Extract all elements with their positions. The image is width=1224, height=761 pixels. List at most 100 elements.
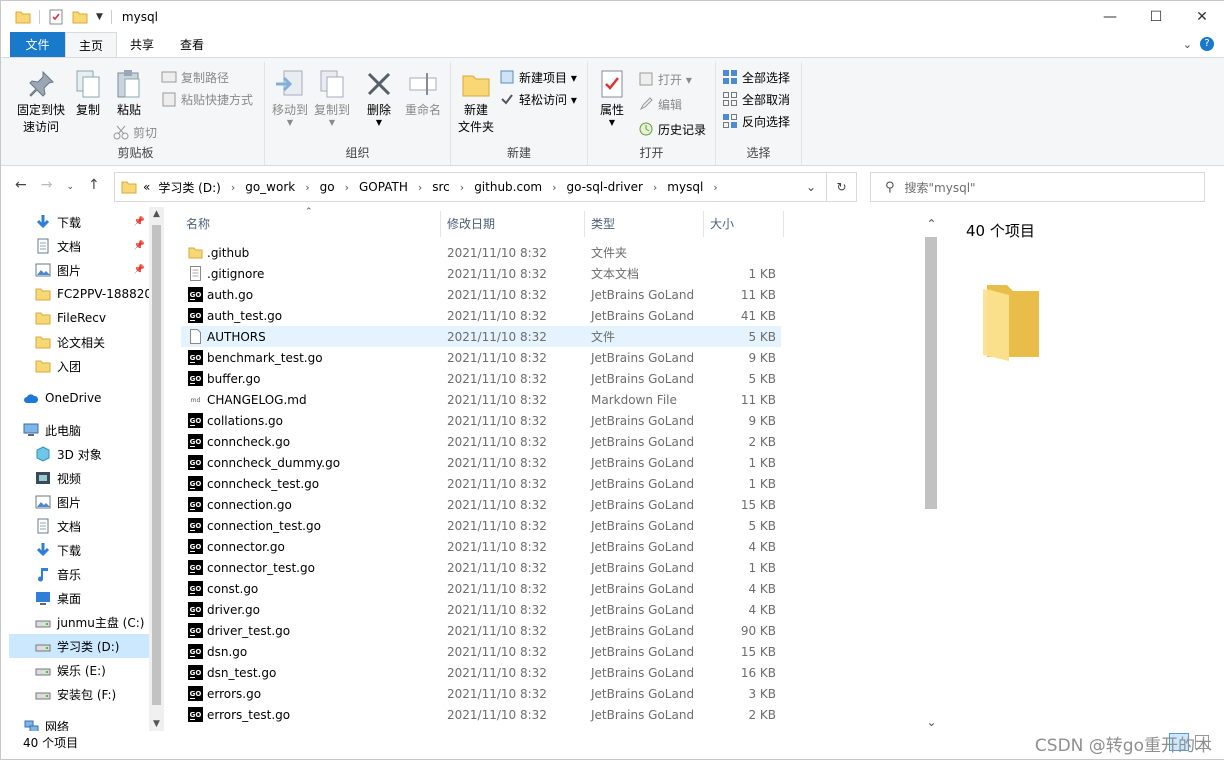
chevron-right-icon[interactable]: › [552, 181, 556, 194]
breadcrumb-drive-d[interactable]: 学习类 (D:) [158, 179, 220, 196]
delete-button[interactable]: 删除 ▼ [361, 68, 397, 127]
address-box[interactable]: « 学习类 (D:) › go_work › go › GOPATH › src › gi… [114, 172, 827, 202]
column-header-name[interactable]: 名称 [186, 207, 436, 239]
column-header-size[interactable]: 大小 [710, 207, 780, 239]
file-row[interactable]: GO conncheck_test.go 2021/11/10 8:32 JetBra… [181, 473, 781, 494]
file-row[interactable]: .gitignore 2021/11/10 8:32 文本文档 1 KB [181, 263, 781, 284]
copy-button[interactable]: 复制 [69, 68, 107, 119]
nav-item[interactable]: 安装包 (F:) [9, 682, 149, 706]
nav-item[interactable]: 学习类 (D:) [9, 634, 149, 658]
nav-item[interactable]: 论文相关 [9, 330, 149, 354]
nav-scroll-thumb[interactable] [152, 225, 161, 705]
file-list-scroll-thumb[interactable] [925, 237, 937, 509]
up-arrow-icon[interactable]: ↑ [88, 177, 100, 197]
edit-button[interactable]: 编辑 [638, 94, 682, 114]
breadcrumb-overflow[interactable]: « [143, 180, 150, 194]
nav-item[interactable]: 桌面 [9, 586, 149, 610]
properties-button[interactable]: 属性 ▼ [592, 68, 632, 127]
column-header-type[interactable]: 类型 [591, 207, 701, 239]
copy-to-button[interactable]: 复制到 ▼ [311, 68, 353, 127]
chevron-right-icon[interactable]: › [713, 181, 717, 194]
file-row[interactable]: GO conncheck_dummy.go 2021/11/10 8:32 JetBr… [181, 452, 781, 473]
open-button[interactable]: 打开 ▾ [638, 69, 692, 89]
column-header-date[interactable]: 修改日期 [447, 207, 583, 239]
history-button[interactable]: 历史记录 [638, 119, 706, 139]
copy-path-button[interactable]: 复制路径 [161, 67, 229, 87]
nav-item[interactable]: 入团 [9, 354, 149, 378]
file-row[interactable]: GO connection.go 2021/11/10 8:32 JetBrains … [181, 494, 781, 515]
file-row[interactable]: GO const.go 2021/11/10 8:32 JetBrains GoLan… [181, 578, 781, 599]
nav-item[interactable]: OneDrive [9, 386, 149, 410]
file-row[interactable]: GO errors.go 2021/11/10 8:32 JetBrains GoLa… [181, 683, 781, 704]
nav-item[interactable]: 下载 📌 [9, 210, 149, 234]
file-row[interactable]: GO collations.go 2021/11/10 8:32 JetBrains … [181, 410, 781, 431]
breadcrumb-mysql[interactable]: mysql [667, 180, 703, 194]
file-row[interactable]: GO auth_test.go 2021/11/10 8:32 JetBrains G… [181, 305, 781, 326]
properties-icon[interactable] [48, 9, 64, 25]
back-arrow-icon[interactable]: ← [15, 177, 27, 197]
file-row[interactable]: GO driver.go 2021/11/10 8:32 JetBrains GoLa… [181, 599, 781, 620]
new-item-button[interactable]: 新建项目 ▾ [499, 67, 577, 87]
chevron-down-icon[interactable]: ⌄ [923, 715, 940, 729]
nav-item[interactable]: 视频 [9, 466, 149, 490]
rename-button[interactable]: 重命名 [401, 68, 445, 119]
minimize-button[interactable]: — [1087, 1, 1133, 32]
file-row[interactable]: GO connector_test.go 2021/11/10 8:32 JetBra… [181, 557, 781, 578]
refresh-button[interactable]: ↻ [827, 172, 857, 202]
chevron-right-icon[interactable]: › [653, 181, 657, 194]
nav-item[interactable]: junmu主盘 (C:) [9, 610, 149, 634]
easy-access-button[interactable]: 轻松访问 ▾ [499, 89, 577, 109]
paste-shortcut-button[interactable]: 粘贴快捷方式 [161, 89, 253, 109]
tab-share[interactable]: 共享 [117, 32, 167, 57]
file-row[interactable]: GO dsn_test.go 2021/11/10 8:32 JetBrains Go… [181, 662, 781, 683]
breadcrumb-go[interactable]: go [320, 180, 335, 194]
chevron-down-icon[interactable]: ⌄ [66, 177, 74, 197]
select-all-button[interactable]: 全部选择 [722, 67, 790, 87]
nav-item[interactable]: 图片 [9, 490, 149, 514]
tab-view[interactable]: 查看 [167, 32, 217, 57]
file-row[interactable]: AUTHORS 2021/11/10 8:32 文件 5 KB [181, 326, 781, 347]
chevron-up-icon[interactable]: ⌃ [923, 217, 940, 231]
chevron-right-icon[interactable]: › [460, 181, 464, 194]
file-row[interactable]: GO driver_test.go 2021/11/10 8:32 JetBrains… [181, 620, 781, 641]
paste-button[interactable]: 粘贴 [109, 68, 149, 119]
breadcrumb-go-sql-driver[interactable]: go-sql-driver [567, 180, 643, 194]
nav-item[interactable]: 图片 📌 [9, 258, 149, 282]
chevron-right-icon[interactable]: › [305, 181, 309, 194]
file-list-scrollbar[interactable]: ⌃ ⌄ [923, 207, 940, 731]
nav-item[interactable]: FC2PPV-188820 [9, 282, 152, 306]
cut-button[interactable]: 剪切 [113, 122, 157, 142]
file-row[interactable]: .github 2021/11/10 8:32 文件夹 [181, 242, 781, 263]
file-row[interactable]: GO benchmark_test.go 2021/11/10 8:32 JetBra… [181, 347, 781, 368]
file-row[interactable]: GO errors_test.go 2021/11/10 8:32 JetBrains… [181, 704, 781, 725]
close-button[interactable]: ✕ [1179, 1, 1224, 32]
nav-item[interactable]: 音乐 [9, 562, 149, 586]
forward-arrow-icon[interactable]: → [41, 177, 53, 197]
select-none-button[interactable]: 全部取消 [722, 89, 790, 109]
chevron-down-icon[interactable]: ⌄ [806, 180, 816, 194]
nav-item[interactable]: 文档 📌 [9, 234, 149, 258]
chevron-down-icon[interactable]: ▼ [96, 12, 103, 22]
chevron-down-icon[interactable]: ▼ [149, 719, 164, 729]
file-row[interactable]: GO auth.go 2021/11/10 8:32 JetBrains GoLand… [181, 284, 781, 305]
nav-item[interactable]: 下载 [9, 538, 149, 562]
nav-item[interactable]: 文档 [9, 514, 149, 538]
nav-item[interactable]: FileRecv [9, 306, 149, 330]
new-folder-icon[interactable] [72, 9, 88, 25]
file-row[interactable]: GO dsn.go 2021/11/10 8:32 JetBrains GoLand 1… [181, 641, 781, 662]
nav-item[interactable]: 3D 对象 [9, 442, 149, 466]
tab-file[interactable]: 文件 [10, 32, 65, 57]
chevron-right-icon[interactable]: › [418, 181, 422, 194]
nav-item[interactable]: 网络 [9, 714, 149, 731]
nav-item[interactable]: 此电脑 [9, 418, 149, 442]
new-folder-button[interactable]: 新建 文件夹 [455, 68, 497, 136]
file-row[interactable]: GO connection_test.go 2021/11/10 8:32 JetBr… [181, 515, 781, 536]
search-box[interactable]: ⚲ 搜索"mysql" [870, 172, 1205, 202]
breadcrumb-github[interactable]: github.com [474, 180, 542, 194]
file-row[interactable]: GO connector.go 2021/11/10 8:32 JetBrains G… [181, 536, 781, 557]
chevron-right-icon[interactable]: › [345, 181, 349, 194]
chevron-right-icon[interactable]: › [231, 181, 235, 194]
file-row[interactable]: md CHANGELOG.md 2021/11/10 8:32 Markdown Fi… [181, 389, 781, 410]
help-icon[interactable]: ? [1200, 37, 1214, 51]
invert-selection-button[interactable]: 反向选择 [722, 111, 790, 131]
